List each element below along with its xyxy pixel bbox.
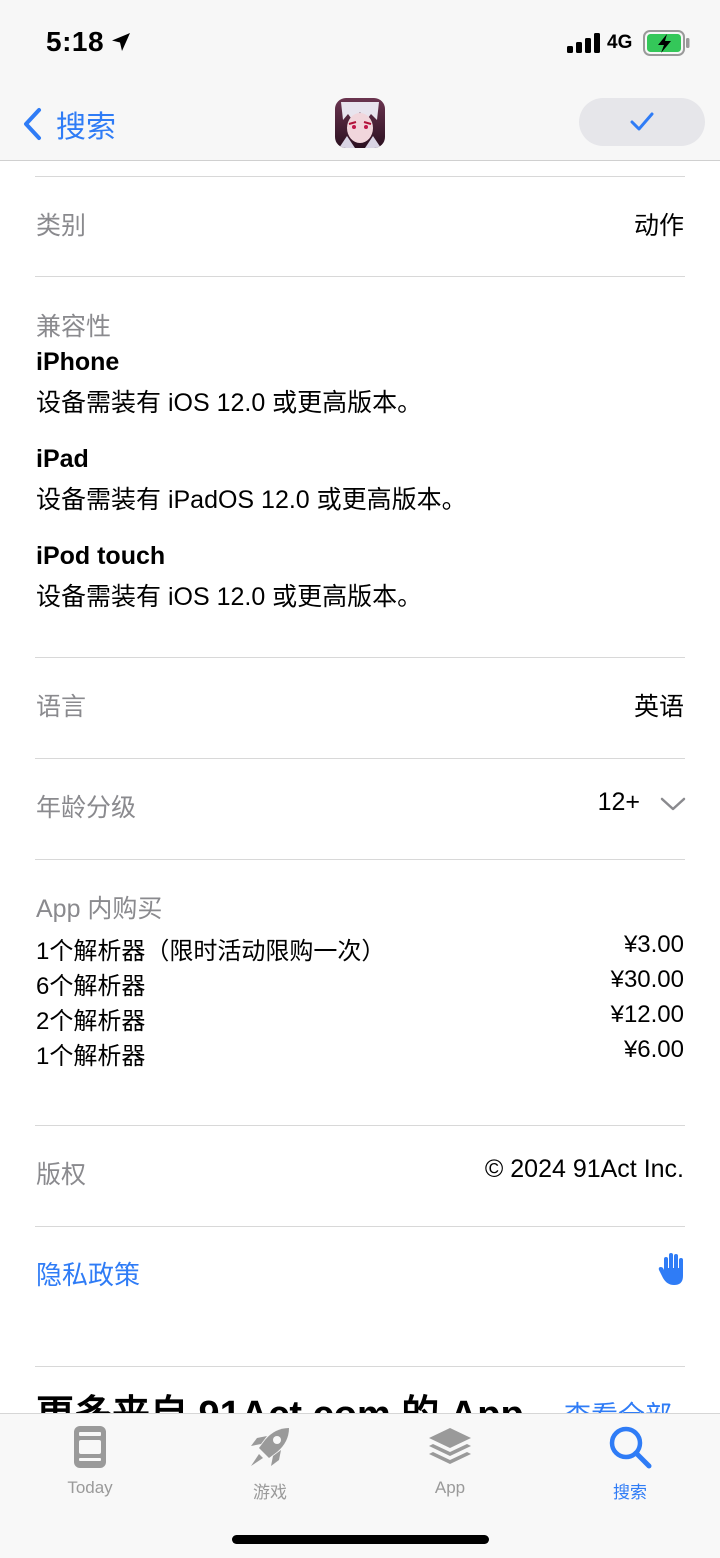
tab-games[interactable]: 游戏 xyxy=(210,1424,330,1503)
tab-label: 游戏 xyxy=(253,1483,287,1502)
device-requirement: 设备需装有 iOS 12.0 或更高版本。 xyxy=(36,389,423,417)
iap-item-name: 2个解析器 xyxy=(36,1008,146,1035)
device-requirement: 设备需装有 iOS 12.0 或更高版本。 xyxy=(36,583,423,611)
back-button[interactable]: 搜索 xyxy=(20,102,116,146)
battery-charging-icon xyxy=(643,30,690,56)
cellular-signal-icon xyxy=(567,33,600,53)
navigation-bar: 搜索 xyxy=(0,88,720,161)
device-requirement: 设备需装有 iPadOS 12.0 或更高版本。 xyxy=(36,486,467,514)
tab-search[interactable]: 搜索 xyxy=(570,1424,690,1503)
app-icon[interactable] xyxy=(335,98,385,148)
iap-item-price: ¥12.00 xyxy=(610,1001,684,1028)
divider xyxy=(35,859,685,860)
copyright-label: 版权 xyxy=(36,1161,87,1189)
iap-item-name: 1个解析器 xyxy=(36,1043,146,1070)
category-label: 类别 xyxy=(36,212,87,240)
today-icon xyxy=(74,1426,106,1468)
iap-item-price: ¥6.00 xyxy=(623,1036,684,1063)
age-rating-value[interactable]: 12+ xyxy=(598,788,640,817)
privacy-policy-link[interactable]: 隐私政策 xyxy=(36,1255,140,1292)
tab-label: Today xyxy=(67,1478,113,1497)
compatibility-label: 兼容性 xyxy=(36,313,112,341)
age-rating-label[interactable]: 年龄分级 xyxy=(36,788,136,824)
divider xyxy=(35,657,685,658)
device-name: iPad xyxy=(36,445,89,473)
tab-today[interactable]: Today xyxy=(30,1424,150,1498)
status-bar: 5:18 4G xyxy=(0,0,720,88)
divider xyxy=(35,1226,685,1227)
chevron-left-icon xyxy=(24,108,41,140)
language-value: 英语 xyxy=(633,693,684,721)
copyright-value: © 2024 91Act Inc. xyxy=(484,1155,684,1183)
iap-item-name: 6个解析器 xyxy=(36,973,146,1000)
back-label: 搜索 xyxy=(56,111,116,144)
iap-item-price: ¥3.00 xyxy=(623,931,684,958)
raised-hand-icon[interactable] xyxy=(658,1252,688,1286)
tab-label: 搜索 xyxy=(613,1483,647,1502)
network-type: 4G xyxy=(607,32,633,53)
chevron-down-icon[interactable] xyxy=(660,796,686,812)
divider xyxy=(35,1125,685,1126)
iap-label: App 内购买 xyxy=(36,895,163,923)
search-icon xyxy=(609,1426,652,1469)
divider xyxy=(35,176,685,177)
tab-label: App xyxy=(434,1478,466,1497)
device-name: iPhone xyxy=(36,348,120,376)
rocket-icon xyxy=(251,1428,289,1466)
stack-icon xyxy=(429,1428,471,1464)
device-name: iPod touch xyxy=(36,542,166,570)
status-time: 5:18 xyxy=(46,26,105,57)
category-value: 动作 xyxy=(633,212,684,240)
divider xyxy=(35,758,685,759)
home-indicator xyxy=(232,1535,489,1544)
divider xyxy=(35,1366,685,1367)
iap-item-name: 1个解析器（限时活动限购一次） xyxy=(36,938,386,965)
divider xyxy=(35,276,685,277)
installed-button[interactable] xyxy=(579,98,705,146)
iap-item-price: ¥30.00 xyxy=(610,966,684,993)
language-label: 语言 xyxy=(36,693,87,721)
tab-apps[interactable]: App xyxy=(390,1424,510,1498)
location-arrow-icon xyxy=(112,33,130,51)
checkmark-icon xyxy=(630,112,654,131)
